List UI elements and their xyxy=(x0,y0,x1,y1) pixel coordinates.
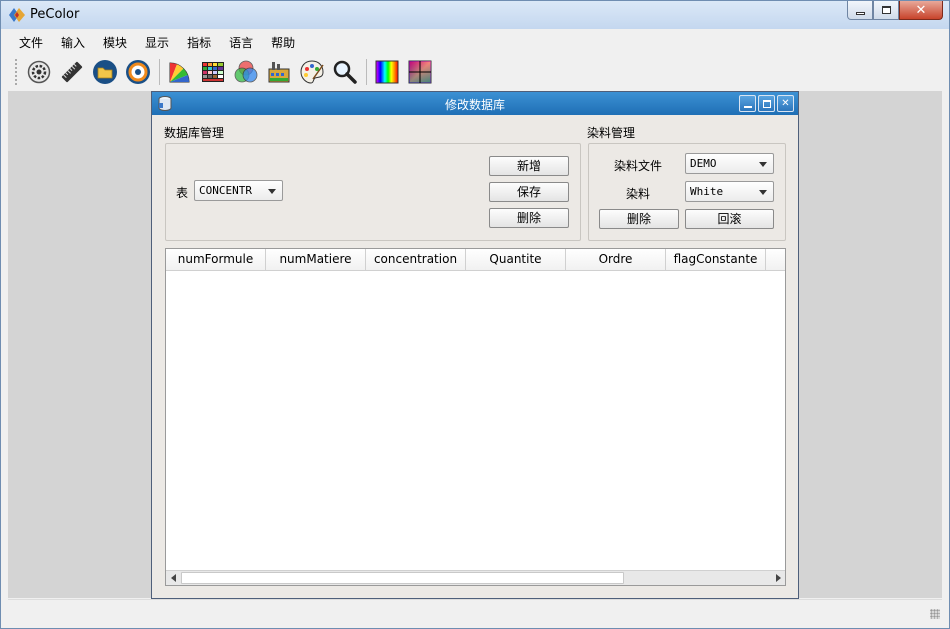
dialog-minimize-button[interactable] xyxy=(739,95,756,112)
dialog-close-button[interactable]: ✕ xyxy=(777,95,794,112)
table-select-value: CONCENTR xyxy=(199,184,252,197)
table-label: 表 xyxy=(176,186,189,200)
delete-row-button[interactable]: 删除 xyxy=(489,208,569,228)
dye-select-value: White xyxy=(690,185,724,198)
table-select[interactable]: CONCENTR xyxy=(194,180,283,201)
size-grip[interactable] xyxy=(930,609,940,619)
chevron-down-icon xyxy=(268,189,276,194)
delete-dye-button[interactable]: 删除 xyxy=(599,209,679,229)
column-header[interactable]: Quantite xyxy=(466,249,566,271)
rgb-circles-icon[interactable] xyxy=(232,58,260,86)
ruler-icon[interactable] xyxy=(58,58,86,86)
horizontal-scrollbar[interactable] xyxy=(166,570,785,585)
arrow-right-icon xyxy=(775,574,781,582)
arrow-left-icon xyxy=(170,574,176,582)
scrollbar-thumb[interactable] xyxy=(181,572,624,584)
dye-file-label: 染料文件 xyxy=(614,159,663,173)
scroll-left-button[interactable] xyxy=(166,571,180,585)
app-logo-icon xyxy=(9,8,25,22)
maximize-icon xyxy=(762,99,771,108)
column-header[interactable]: concentration xyxy=(366,249,466,271)
toolbar-separator xyxy=(159,59,160,85)
table-header: numFormule numMatiere concentration Quan… xyxy=(166,249,785,271)
paint-factory-icon[interactable] xyxy=(265,58,293,86)
database-group-label: 数据库管理 xyxy=(164,126,225,140)
menu-index[interactable]: 指标 xyxy=(176,31,218,53)
color-square-icon[interactable] xyxy=(406,58,434,86)
menu-module[interactable]: 模块 xyxy=(92,31,134,53)
menu-language[interactable]: 语言 xyxy=(218,31,260,53)
color-grid-icon[interactable] xyxy=(199,58,227,86)
restore-button[interactable] xyxy=(873,1,899,20)
window-controls: ✕ xyxy=(847,1,943,21)
column-header[interactable]: numMatiere xyxy=(266,249,366,271)
status-bar xyxy=(8,599,942,621)
magnifier-icon[interactable] xyxy=(331,58,359,86)
add-button[interactable]: 新增 xyxy=(489,156,569,176)
palette-icon[interactable] xyxy=(298,58,326,86)
column-header[interactable]: f xyxy=(766,249,785,271)
dialog-title-bar[interactable]: 修改数据库 ✕ xyxy=(152,92,798,115)
dye-file-select[interactable]: DEMO xyxy=(685,153,774,174)
dye-label: 染料 xyxy=(626,187,651,201)
title-bar[interactable]: PeColor ✕ xyxy=(1,1,949,29)
toolbar-grip[interactable] xyxy=(15,59,19,85)
minimize-button[interactable] xyxy=(847,1,873,20)
menu-input[interactable]: 输入 xyxy=(50,31,92,53)
minimize-icon xyxy=(743,105,752,108)
toolbar xyxy=(15,56,939,88)
dye-file-select-value: DEMO xyxy=(690,157,717,170)
modify-database-dialog: 修改数据库 ✕ 数据库管理 表 CONCENTR 新增 保存 删除 染料管理 染… xyxy=(151,91,799,599)
settings-gear-icon[interactable] xyxy=(25,58,53,86)
scroll-right-button[interactable] xyxy=(771,571,785,585)
dye-select[interactable]: White xyxy=(685,181,774,202)
folder-icon[interactable] xyxy=(91,58,119,86)
close-icon: ✕ xyxy=(781,98,790,109)
menu-bar: 文件 输入 模块 显示 指标 语言 帮助 xyxy=(8,31,302,53)
menu-help[interactable]: 帮助 xyxy=(260,31,302,53)
app-title: PeColor xyxy=(30,7,80,22)
minimize-icon xyxy=(855,11,865,15)
column-header[interactable]: flagConstante xyxy=(666,249,766,271)
dye-group-label: 染料管理 xyxy=(587,126,636,140)
column-header[interactable]: numFormule xyxy=(166,249,266,271)
menu-view[interactable]: 显示 xyxy=(134,31,176,53)
column-header[interactable]: Ordre xyxy=(566,249,666,271)
menu-file[interactable]: 文件 xyxy=(8,31,50,53)
close-button[interactable]: ✕ xyxy=(899,1,943,20)
spectrum-icon[interactable] xyxy=(373,58,401,86)
restore-icon xyxy=(881,6,891,14)
dialog-window-controls: ✕ xyxy=(739,95,794,112)
color-fan-icon[interactable] xyxy=(166,58,194,86)
close-icon: ✕ xyxy=(915,2,927,18)
toolbar-separator xyxy=(366,59,367,85)
data-table[interactable]: numFormule numMatiere concentration Quan… xyxy=(165,248,786,586)
dialog-maximize-button[interactable] xyxy=(758,95,775,112)
dialog-title: 修改数据库 xyxy=(444,98,505,112)
rollback-button[interactable]: 回滚 xyxy=(685,209,774,229)
save-button[interactable]: 保存 xyxy=(489,182,569,202)
chevron-down-icon xyxy=(759,190,767,195)
circle-ring-icon[interactable] xyxy=(124,58,152,86)
chevron-down-icon xyxy=(759,162,767,167)
